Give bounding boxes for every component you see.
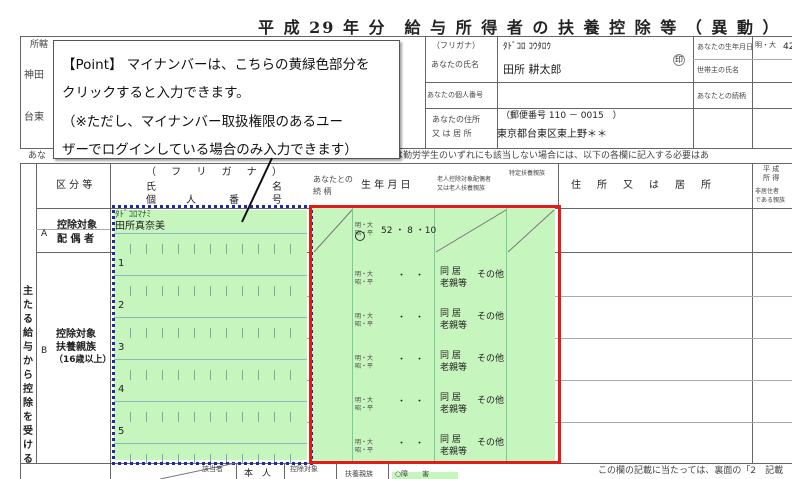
footer-self: 本 人 xyxy=(244,469,272,479)
footer-note: この欄の記載に当たっては、裏面の「2 記載 xyxy=(598,466,784,476)
callout-line-4: ザーでログインしている場合のみ入力できます） xyxy=(62,142,358,158)
footer-div-2 xyxy=(236,463,237,479)
callout-line-1: 【Point】 マイナンバーは、こちらの黄緑色部分を xyxy=(62,57,370,73)
callout-line-3: （※ただし、マイナンバー取扱権限のあるユー xyxy=(62,114,344,130)
callout-line-2: クリックすると入力できます。 xyxy=(62,85,250,101)
footer-diagonal xyxy=(160,463,236,479)
footer-disability: ○障 害 xyxy=(395,470,430,478)
detail-highlight-border xyxy=(309,205,561,464)
point-callout: 【Point】 マイナンバーは、こちらの黄緑色部分を クリックすると入力できます… xyxy=(53,40,400,159)
footer-div-4 xyxy=(336,463,337,479)
footer-applicable: 該当者 xyxy=(202,465,223,473)
mynumber-highlight-border xyxy=(112,205,313,465)
footer-div-1 xyxy=(110,463,111,479)
footer-div-5 xyxy=(388,463,389,479)
callout-pointer xyxy=(241,157,273,223)
footer-deduction: 控除対象 xyxy=(290,465,318,473)
footer-dependent: 扶養親族 xyxy=(345,470,373,478)
footer-div-3 xyxy=(284,463,285,479)
